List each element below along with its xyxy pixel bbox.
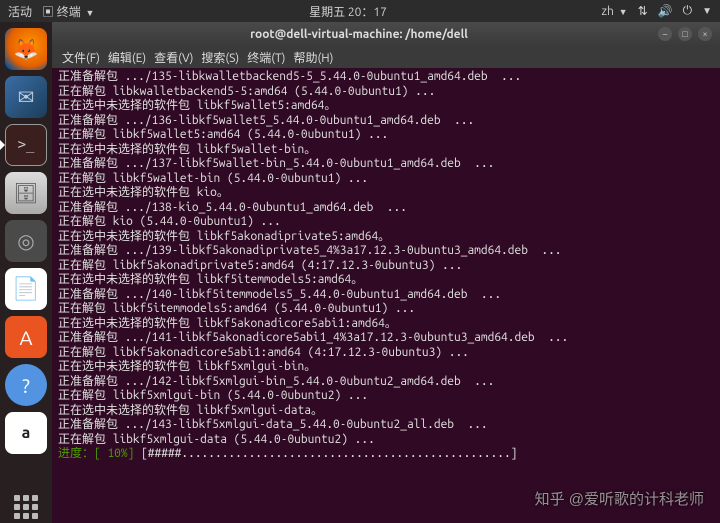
terminal-window: root@dell-virtual-machine: /home/dell – … — [52, 22, 720, 523]
terminal-line: 正在选中未选择的软件包 libkf5wallet5:amd64。 — [58, 99, 714, 114]
thunderbird-icon[interactable]: ✉ — [5, 76, 47, 118]
terminal-line: 正在解包 libkf5wallet5:amd64 (5.44.0-0ubuntu… — [58, 128, 714, 143]
menu-terminal[interactable]: 终端(T) — [247, 49, 285, 66]
terminal-line: 正在解包 libkf5itemmodels5:amd64 (5.44.0-0ub… — [58, 302, 714, 317]
files-icon[interactable]: 🗄 — [5, 172, 47, 214]
show-applications-icon[interactable] — [14, 495, 38, 519]
help-icon[interactable]: ? — [5, 364, 47, 406]
menu-search[interactable]: 搜索(S) — [201, 49, 239, 66]
terminal-line: 正准备解包 .../142-libkf5xmlgui-bin_5.44.0-0u… — [58, 375, 714, 390]
amazon-icon[interactable]: a — [5, 412, 47, 454]
terminal-line: 正在选中未选择的软件包 libkf5akonadicore5abi1:amd64… — [58, 317, 714, 332]
activities-button[interactable]: 活动 — [8, 3, 32, 20]
libreoffice-icon[interactable]: 📄 — [5, 268, 47, 310]
terminal-line: 正在解包 libkf5akonadiprivate5:amd64 (4:17.1… — [58, 259, 714, 274]
rhythmbox-icon[interactable]: ◎ — [5, 220, 47, 262]
menu-edit[interactable]: 编辑(E) — [108, 49, 146, 66]
terminal-line: 正在选中未选择的软件包 libkf5itemmodels5:amd64。 — [58, 273, 714, 288]
firefox-icon[interactable]: 🦊 — [5, 28, 47, 70]
terminal-line: 正准备解包 .../135-libkwalletbackend5-5_5.44.… — [58, 70, 714, 85]
menu-file[interactable]: 文件(F) — [62, 49, 100, 66]
network-icon[interactable]: ⇅ — [638, 4, 648, 18]
clock[interactable]: 星期五 20：17 — [94, 3, 601, 20]
system-menu-arrow[interactable]: ▼ — [702, 5, 712, 17]
ubuntu-software-icon[interactable]: A — [5, 316, 47, 358]
terminal-line: 正在选中未选择的软件包 libkf5xmlgui-bin。 — [58, 360, 714, 375]
terminal-line: 正准备解包 .../141-libkf5akonadicore5abi1_4%3… — [58, 331, 714, 346]
menu-view[interactable]: 查看(V) — [154, 49, 193, 66]
terminal-line: 正在选中未选择的软件包 libkf5akonadiprivate5:amd64。 — [58, 230, 714, 245]
volume-icon[interactable]: 🔊 — [658, 4, 673, 18]
terminal-line: 正在解包 libkf5wallet-bin (5.44.0-0ubuntu1) … — [58, 172, 714, 187]
terminal-line: 正准备解包 .../140-libkf5itemmodels5_5.44.0-0… — [58, 288, 714, 303]
terminal-line: 正在解包 libkf5xmlgui-bin (5.44.0-0ubuntu2) … — [58, 389, 714, 404]
terminal-output[interactable]: 正准备解包 .../135-libkwalletbackend5-5_5.44.… — [52, 68, 720, 523]
terminal-icon[interactable]: >_ — [5, 124, 47, 166]
terminal-line: 正在解包 libkf5xmlgui-data (5.44.0-0ubuntu2)… — [58, 433, 714, 448]
progress-line: 进度：[ 10%] [#####........................… — [58, 447, 714, 462]
power-icon[interactable]: ⏻ — [683, 4, 693, 18]
terminal-line: 正准备解包 .../137-libkf5wallet-bin_5.44.0-0u… — [58, 157, 714, 172]
terminal-line: 正在解包 libkwalletbackend5-5:amd64 (5.44.0-… — [58, 85, 714, 100]
window-title-bar[interactable]: root@dell-virtual-machine: /home/dell – … — [52, 22, 720, 46]
menu-bar: 文件(F) 编辑(E) 查看(V) 搜索(S) 终端(T) 帮助(H) — [52, 46, 720, 68]
window-title: root@dell-virtual-machine: /home/dell — [60, 28, 658, 41]
terminal-line: 正在选中未选择的软件包 kio。 — [58, 186, 714, 201]
terminal-line: 正在解包 libkf5akonadicore5abi1:amd64 (4:17.… — [58, 346, 714, 361]
terminal-line: 正准备解包 .../139-libkf5akonadiprivate5_4%3a… — [58, 244, 714, 259]
input-method-indicator[interactable]: zh ▼ — [602, 5, 628, 18]
close-button[interactable]: × — [698, 27, 712, 41]
terminal-line: 正在解包 kio (5.44.0-0ubuntu1) ... — [58, 215, 714, 230]
terminal-line: 正准备解包 .../143-libkf5xmlgui-data_5.44.0-0… — [58, 418, 714, 433]
dock: 🦊 ✉ >_ 🗄 ◎ 📄 A ? a — [0, 22, 52, 523]
terminal-line: 正在选中未选择的软件包 libkf5wallet-bin。 — [58, 143, 714, 158]
menu-help[interactable]: 帮助(H) — [293, 49, 333, 66]
terminal-line: 正在选中未选择的软件包 libkf5xmlgui-data。 — [58, 404, 714, 419]
maximize-button[interactable]: □ — [678, 27, 692, 41]
terminal-line: 正准备解包 .../136-libkf5wallet5_5.44.0-0ubun… — [58, 114, 714, 129]
gnome-top-bar: 活动 ▣ 终端 ▼ 星期五 20：17 zh ▼ ⇅ 🔊 ⏻ ▼ — [0, 0, 720, 22]
app-menu[interactable]: ▣ 终端 ▼ — [42, 3, 94, 20]
terminal-line: 正准备解包 .../138-kio_5.44.0-0ubuntu1_amd64.… — [58, 201, 714, 216]
minimize-button[interactable]: – — [658, 27, 672, 41]
